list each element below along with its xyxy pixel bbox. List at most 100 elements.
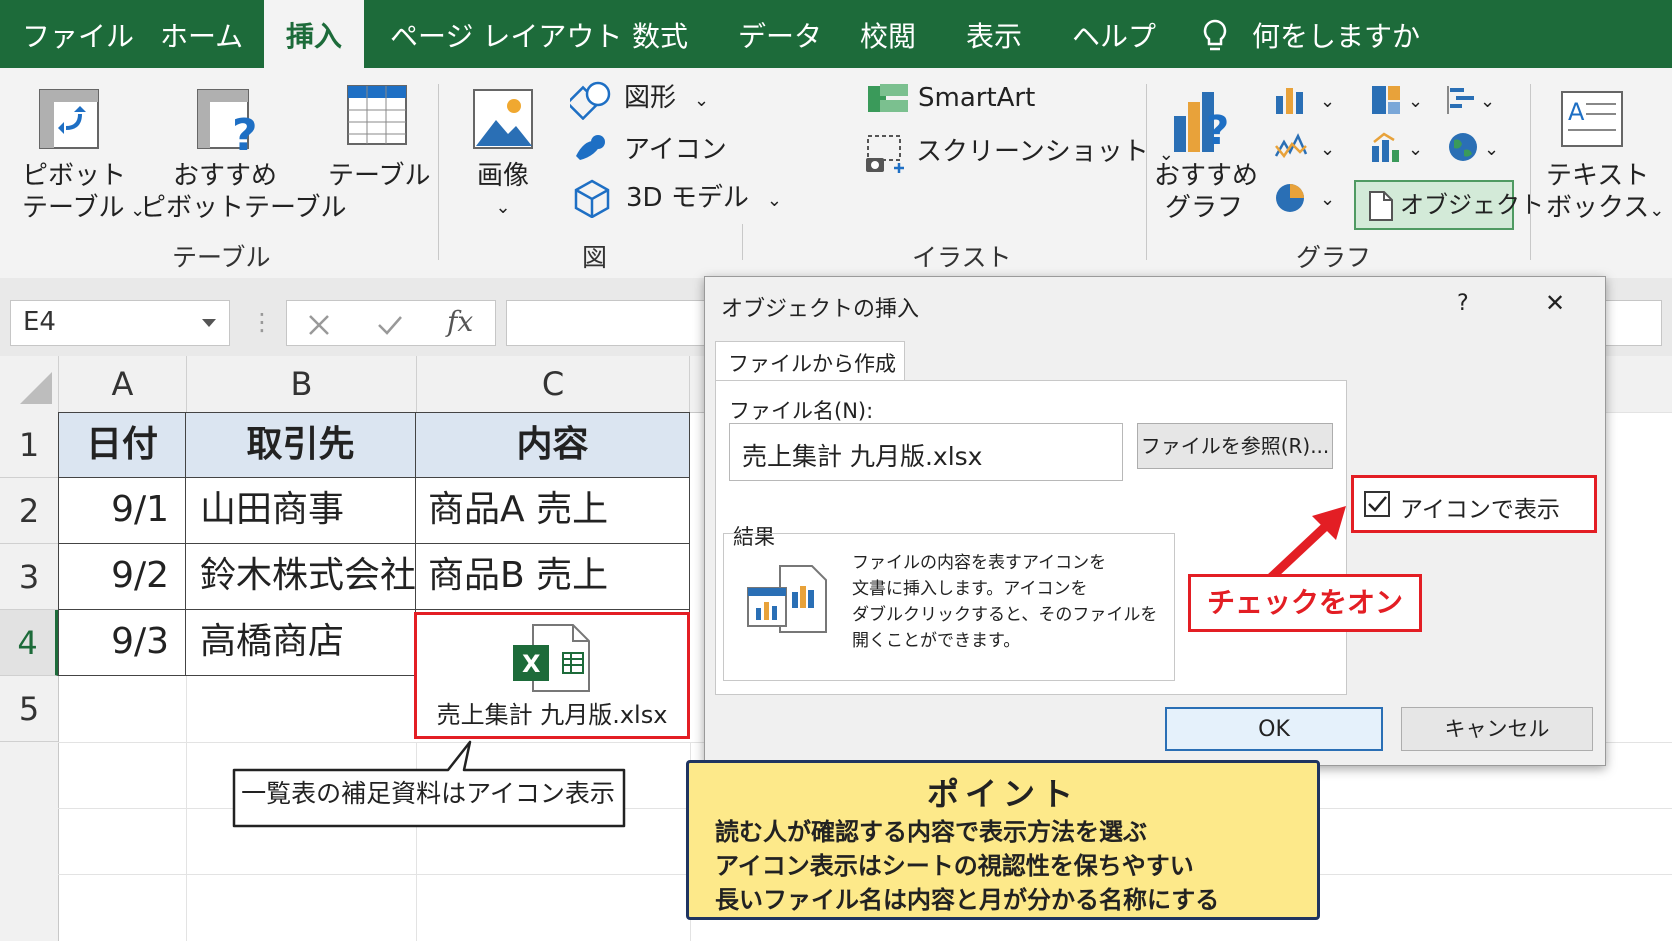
- recommended-pivot-label-1[interactable]: おすすめ: [140, 160, 310, 192]
- tab-data[interactable]: データ: [738, 0, 822, 68]
- row-header-5[interactable]: 5: [0, 676, 58, 742]
- cell-b2[interactable]: 山田商事: [186, 478, 416, 544]
- icons-button[interactable]: アイコン: [624, 134, 727, 166]
- row-header-4[interactable]: 4: [0, 610, 58, 676]
- cell-c3[interactable]: 商品B 売上: [416, 544, 690, 610]
- recommended-pivot-label-2[interactable]: ピボットテーブル: [140, 192, 346, 224]
- column-header-c[interactable]: C: [416, 356, 690, 412]
- pie-chart-icon[interactable]: [1274, 182, 1306, 214]
- hierarchy-chart-dropdown[interactable]: ⌄: [1408, 86, 1423, 118]
- row-header-1[interactable]: 1: [0, 412, 58, 478]
- table-icon: [347, 85, 407, 145]
- ribbon-separator: [438, 84, 439, 260]
- shapes-button[interactable]: 図形 ⌄: [624, 82, 709, 117]
- cancel-formula-icon[interactable]: [307, 313, 331, 337]
- row-header-3[interactable]: 3: [0, 544, 58, 610]
- filename-field[interactable]: 売上集計 九月版.xlsx: [729, 423, 1123, 481]
- result-group: ファイルの内容を表すアイコンを 文書に挿入します。アイコンを ダブルクリックする…: [723, 533, 1175, 681]
- smartart-icon: [868, 84, 908, 112]
- name-box-value: E4: [23, 307, 56, 337]
- tab-file[interactable]: ファイル: [22, 0, 134, 68]
- column-header-a[interactable]: A: [58, 356, 186, 412]
- enter-formula-icon[interactable]: [377, 313, 403, 337]
- group-figure-label: 図: [582, 243, 608, 272]
- header-cell-date[interactable]: 日付: [58, 412, 186, 478]
- cell-c2[interactable]: 商品A 売上: [416, 478, 690, 544]
- smartart-button[interactable]: SmartArt: [918, 82, 1035, 114]
- waterfall-chart-dropdown[interactable]: ⌄: [1480, 86, 1495, 118]
- ribbon-separator: [1146, 84, 1147, 260]
- formula-buttons: fx: [286, 300, 496, 346]
- name-box[interactable]: E4: [10, 300, 230, 346]
- ribbon-separator: [1530, 84, 1531, 260]
- tell-me-search[interactable]: 何をしますか: [1252, 0, 1420, 68]
- result-file-icon: [747, 565, 827, 633]
- point-line: 読む人が確認する内容で表示方法を選ぶ: [715, 818, 1147, 846]
- 3d-model-button[interactable]: 3D モデル ⌄: [626, 182, 782, 217]
- pivot-table-label-1[interactable]: ピボット: [22, 160, 126, 192]
- insert-function-icon[interactable]: fx: [447, 305, 473, 338]
- tab-review[interactable]: 校閲: [860, 0, 916, 68]
- waterfall-chart-icon[interactable]: [1446, 84, 1478, 116]
- tab-insert[interactable]: 挿入: [264, 0, 364, 68]
- recommended-chart-label-2[interactable]: グラフ: [1154, 192, 1254, 224]
- gridline: [1604, 412, 1672, 941]
- tab-help[interactable]: ヘルプ: [1072, 0, 1156, 68]
- map-chart-dropdown[interactable]: ⌄: [1484, 134, 1499, 166]
- screenshot-button[interactable]: スクリーンショット ⌄: [916, 136, 1174, 171]
- line-chart-dropdown[interactable]: ⌄: [1320, 134, 1335, 166]
- pivot-table-label-2[interactable]: テーブル ⌄: [22, 192, 145, 227]
- tab-formulas[interactable]: 数式: [632, 0, 688, 68]
- image-icon: [473, 89, 533, 149]
- close-icon[interactable]: ✕: [1545, 289, 1565, 317]
- header-cell-client[interactable]: 取引先: [186, 412, 416, 478]
- column-header-b[interactable]: B: [186, 356, 416, 412]
- point-title: ポイント: [926, 775, 1079, 813]
- ok-button[interactable]: OK: [1165, 707, 1383, 751]
- column-chart-dropdown[interactable]: ⌄: [1320, 86, 1335, 118]
- line-chart-icon[interactable]: [1274, 132, 1308, 164]
- point-lines: 読む人が確認する内容で表示方法を選ぶ アイコン表示はシートの視認性を保ちやすい …: [715, 815, 1219, 917]
- statistic-chart-dropdown[interactable]: ⌄: [1408, 134, 1423, 166]
- table-button-label[interactable]: テーブル: [328, 160, 430, 192]
- textbox-icon: A: [1561, 91, 1623, 147]
- cell-b4[interactable]: 高橋商店: [186, 610, 416, 676]
- chevron-down-icon: [202, 319, 216, 327]
- header-cell-content[interactable]: 内容: [416, 412, 690, 478]
- browse-button[interactable]: ファイルを参照(R)...: [1137, 423, 1333, 469]
- statistic-chart-icon[interactable]: [1370, 132, 1402, 164]
- display-as-icon-label: アイコンで表示: [1400, 497, 1560, 523]
- group-chart-label: グラフ: [1296, 243, 1372, 272]
- object-icon: [1369, 191, 1393, 221]
- pivot-table-icon: [39, 89, 99, 149]
- image-dropdown-icon[interactable]: ⌄: [458, 192, 548, 224]
- group-illust-label: イラスト: [912, 243, 1012, 272]
- cell-a2[interactable]: 9/1: [58, 478, 186, 544]
- formula-bar-grip-icon: ⋮: [250, 308, 274, 336]
- image-button-label[interactable]: 画像: [458, 160, 548, 192]
- row-header-2[interactable]: 2: [0, 478, 58, 544]
- callout-left-text: 一覧表の補足資料はアイコン表示: [241, 779, 615, 808]
- recommended-chart-label-1[interactable]: おすすめ: [1154, 160, 1258, 192]
- cell-a4[interactable]: 9/3: [58, 610, 186, 676]
- select-all-icon[interactable]: [18, 370, 54, 406]
- embedded-object[interactable]: X 売上集計 九月版.xlsx: [414, 612, 690, 739]
- point-line: 長いファイル名は内容と月が分かる名称にする: [715, 886, 1220, 914]
- map-chart-icon[interactable]: [1446, 130, 1480, 164]
- column-chart-icon[interactable]: [1274, 84, 1306, 116]
- point-line: アイコン表示はシートの視認性を保ちやすい: [715, 852, 1194, 880]
- tab-view[interactable]: 表示: [966, 0, 1022, 68]
- textbox-label-1[interactable]: テキスト: [1546, 160, 1649, 192]
- cell-a3[interactable]: 9/2: [58, 544, 186, 610]
- display-as-icon-checkbox[interactable]: アイコンで表示: [1351, 475, 1597, 533]
- tab-home[interactable]: ホーム: [160, 0, 243, 68]
- tab-page-layout[interactable]: ページ レイアウト: [390, 0, 622, 68]
- tab-create-from-file[interactable]: ファイルから作成: [715, 341, 905, 381]
- textbox-label-2[interactable]: ボックス⌄: [1546, 192, 1664, 227]
- pie-chart-dropdown[interactable]: ⌄: [1320, 184, 1335, 216]
- cancel-button[interactable]: キャンセル: [1401, 707, 1593, 751]
- hierarchy-chart-icon[interactable]: [1370, 84, 1402, 116]
- help-icon[interactable]: ?: [1457, 291, 1469, 316]
- object-button[interactable]: オブジェクト: [1354, 180, 1544, 230]
- cell-b3[interactable]: 鈴木株式会社: [186, 544, 416, 610]
